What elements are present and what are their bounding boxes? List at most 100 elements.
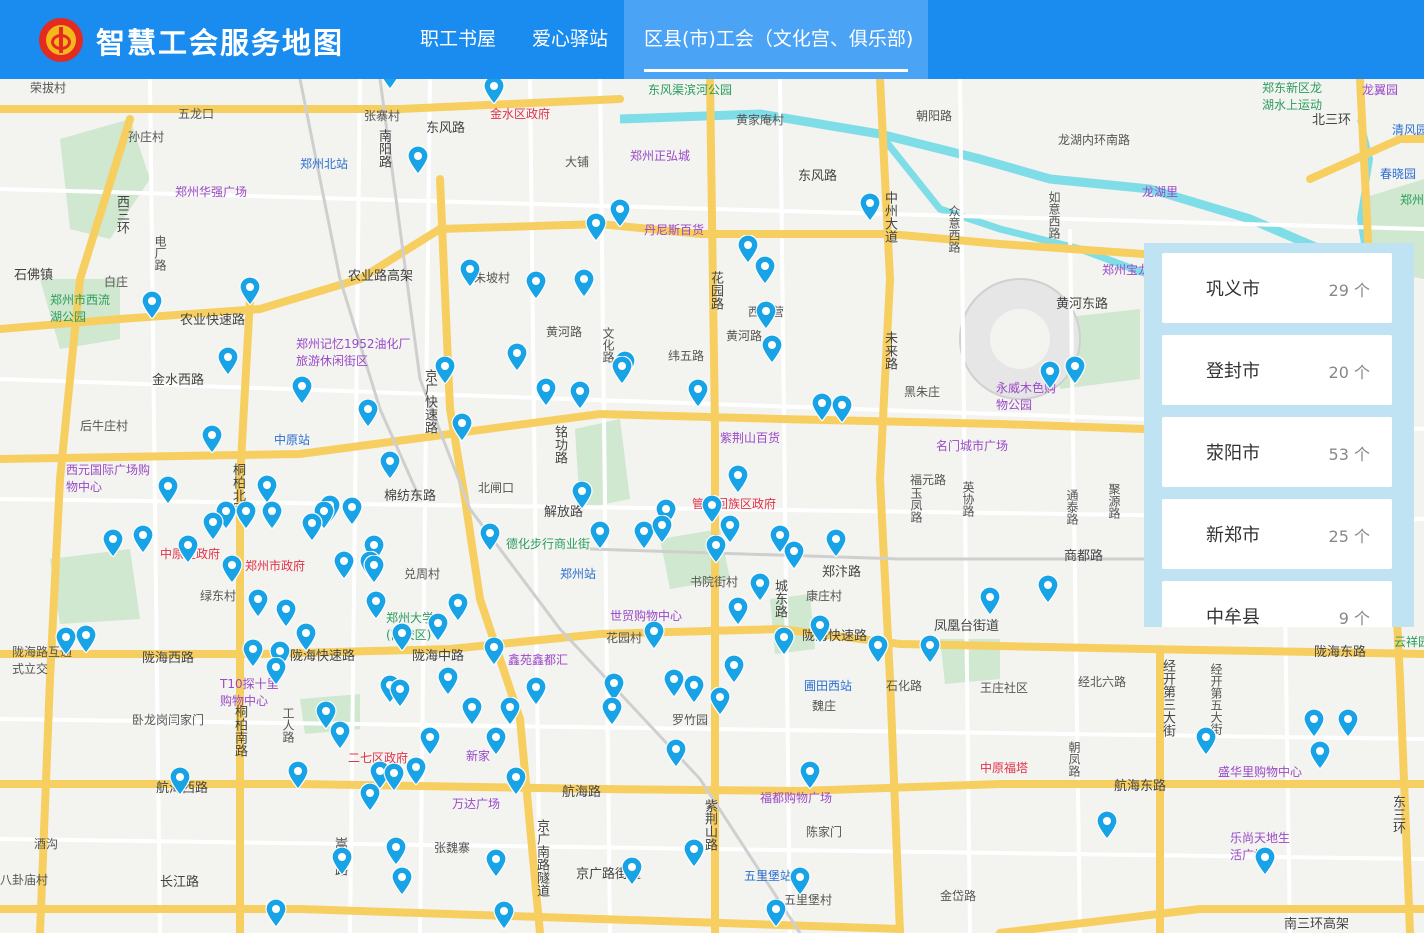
- union-location-pin-icon[interactable]: [727, 597, 749, 625]
- union-location-pin-icon[interactable]: [611, 356, 633, 384]
- union-location-pin-icon[interactable]: [201, 425, 223, 453]
- union-location-pin-icon[interactable]: [287, 761, 309, 789]
- union-location-pin-icon[interactable]: [242, 639, 264, 667]
- union-location-pin-icon[interactable]: [202, 512, 224, 540]
- union-location-pin-icon[interactable]: [385, 837, 407, 865]
- union-location-pin-icon[interactable]: [295, 623, 317, 651]
- union-location-pin-icon[interactable]: [773, 627, 795, 655]
- union-location-pin-icon[interactable]: [479, 523, 501, 551]
- union-location-pin-icon[interactable]: [651, 515, 673, 543]
- union-location-pin-icon[interactable]: [723, 655, 745, 683]
- union-location-pin-icon[interactable]: [755, 301, 777, 329]
- union-location-pin-icon[interactable]: [461, 697, 483, 725]
- union-location-pin-icon[interactable]: [505, 767, 527, 795]
- union-location-pin-icon[interactable]: [291, 376, 313, 404]
- union-location-pin-icon[interactable]: [102, 529, 124, 557]
- union-location-pin-icon[interactable]: [261, 501, 283, 529]
- union-location-pin-icon[interactable]: [831, 395, 853, 423]
- union-location-pin-icon[interactable]: [383, 763, 405, 791]
- union-location-pin-icon[interactable]: [663, 669, 685, 697]
- union-location-pin-icon[interactable]: [687, 379, 709, 407]
- union-location-pin-icon[interactable]: [379, 451, 401, 479]
- union-location-pin-icon[interactable]: [765, 899, 787, 927]
- union-location-pin-icon[interactable]: [365, 591, 387, 619]
- union-location-pin-icon[interactable]: [1037, 575, 1059, 603]
- union-location-pin-icon[interactable]: [256, 475, 278, 503]
- union-location-pin-icon[interactable]: [169, 767, 191, 795]
- union-location-pin-icon[interactable]: [427, 613, 449, 641]
- union-location-pin-icon[interactable]: [573, 269, 595, 297]
- district-card-dengfeng[interactable]: 登封市 20 个: [1162, 335, 1392, 405]
- union-location-pin-icon[interactable]: [506, 343, 528, 371]
- union-location-pin-icon[interactable]: [1064, 356, 1086, 384]
- union-location-pin-icon[interactable]: [809, 615, 831, 643]
- union-location-pin-icon[interactable]: [754, 256, 776, 284]
- union-location-pin-icon[interactable]: [1195, 727, 1217, 755]
- union-location-pin-icon[interactable]: [405, 757, 427, 785]
- union-location-pin-icon[interactable]: [499, 697, 521, 725]
- union-location-pin-icon[interactable]: [979, 587, 1001, 615]
- union-location-pin-icon[interactable]: [919, 635, 941, 663]
- union-location-pin-icon[interactable]: [825, 529, 847, 557]
- union-location-pin-icon[interactable]: [493, 901, 515, 929]
- union-location-pin-icon[interactable]: [709, 687, 731, 715]
- union-location-pin-icon[interactable]: [483, 79, 505, 104]
- union-location-pin-icon[interactable]: [799, 761, 821, 789]
- union-location-pin-icon[interactable]: [363, 555, 385, 583]
- tab-love-station[interactable]: 爱心驿站: [532, 0, 608, 79]
- union-location-pin-icon[interactable]: [683, 839, 705, 867]
- union-location-pin-icon[interactable]: [867, 635, 889, 663]
- union-location-pin-icon[interactable]: [525, 271, 547, 299]
- union-location-pin-icon[interactable]: [359, 783, 381, 811]
- union-location-pin-icon[interactable]: [434, 356, 456, 384]
- union-location-pin-icon[interactable]: [357, 399, 379, 427]
- union-location-pin-icon[interactable]: [301, 513, 323, 541]
- union-location-pin-icon[interactable]: [783, 541, 805, 569]
- union-location-pin-icon[interactable]: [1337, 709, 1359, 737]
- union-location-pin-icon[interactable]: [525, 677, 547, 705]
- union-location-pin-icon[interactable]: [749, 573, 771, 601]
- union-location-pin-icon[interactable]: [177, 535, 199, 563]
- union-location-pin-icon[interactable]: [235, 501, 257, 529]
- union-location-pin-icon[interactable]: [1309, 741, 1331, 769]
- union-location-pin-icon[interactable]: [333, 551, 355, 579]
- union-location-pin-icon[interactable]: [535, 378, 557, 406]
- union-location-pin-icon[interactable]: [391, 867, 413, 895]
- union-location-pin-icon[interactable]: [589, 521, 611, 549]
- union-location-pin-icon[interactable]: [75, 625, 97, 653]
- union-location-pin-icon[interactable]: [329, 721, 351, 749]
- tab-workers-bookhouse[interactable]: 职工书屋: [420, 0, 496, 79]
- union-location-pin-icon[interactable]: [389, 679, 411, 707]
- union-location-pin-icon[interactable]: [609, 199, 631, 227]
- union-location-pin-icon[interactable]: [331, 847, 353, 875]
- union-location-pin-icon[interactable]: [683, 675, 705, 703]
- union-location-pin-icon[interactable]: [407, 146, 429, 174]
- union-location-pin-icon[interactable]: [459, 259, 481, 287]
- union-location-pin-icon[interactable]: [665, 739, 687, 767]
- union-location-pin-icon[interactable]: [1303, 709, 1325, 737]
- union-location-pin-icon[interactable]: [132, 525, 154, 553]
- union-location-pin-icon[interactable]: [621, 857, 643, 885]
- union-location-pin-icon[interactable]: [485, 849, 507, 877]
- district-card-zhongmu[interactable]: 中牟县 9 个: [1162, 581, 1392, 627]
- union-location-pin-icon[interactable]: [379, 79, 401, 89]
- union-location-pin-icon[interactable]: [419, 727, 441, 755]
- union-location-pin-icon[interactable]: [811, 393, 833, 421]
- union-location-pin-icon[interactable]: [265, 657, 287, 685]
- union-location-pin-icon[interactable]: [705, 535, 727, 563]
- union-location-pin-icon[interactable]: [265, 899, 287, 927]
- union-location-pin-icon[interactable]: [1096, 811, 1118, 839]
- union-location-pin-icon[interactable]: [485, 727, 507, 755]
- union-location-pin-icon[interactable]: [221, 555, 243, 583]
- union-location-pin-icon[interactable]: [1039, 361, 1061, 389]
- union-location-pin-icon[interactable]: [437, 667, 459, 695]
- union-location-pin-icon[interactable]: [55, 627, 77, 655]
- district-card-gongyi[interactable]: 巩义市 29 个: [1162, 253, 1392, 323]
- union-location-pin-icon[interactable]: [275, 599, 297, 627]
- union-location-pin-icon[interactable]: [247, 589, 269, 617]
- union-location-pin-icon[interactable]: [239, 277, 261, 305]
- union-location-pin-icon[interactable]: [157, 476, 179, 504]
- union-location-pin-icon[interactable]: [789, 867, 811, 895]
- union-location-pin-icon[interactable]: [601, 697, 623, 725]
- union-location-pin-icon[interactable]: [451, 413, 473, 441]
